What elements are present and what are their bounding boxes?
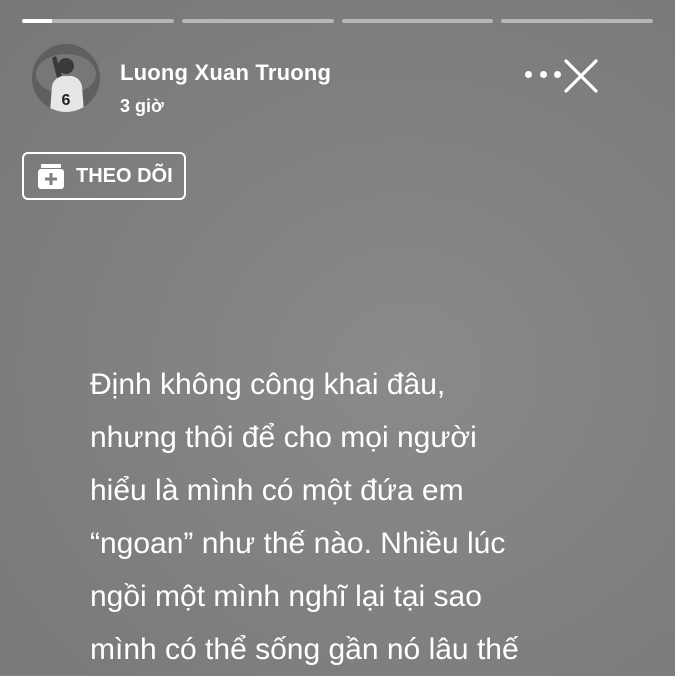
more-options-button[interactable]	[525, 62, 561, 86]
author-name[interactable]: Luong Xuan Truong	[120, 60, 331, 86]
story-text-line: ngồi một mình nghĩ lại tại sao	[90, 580, 482, 613]
avatar[interactable]: 6	[32, 44, 100, 112]
story-text-line: hiểu là mình có một đứa em	[90, 474, 464, 507]
story-text-line: “ngoan” như thế nào. Nhiều lúc	[90, 527, 506, 560]
story-text-line: mình có thể sống gần nó lâu thế	[90, 633, 519, 666]
progress-segment-2	[181, 19, 334, 23]
more-horizontal-icon	[525, 70, 532, 78]
avatar-photo-icon: 6	[32, 44, 100, 112]
follow-button[interactable]: THEO DÕI	[22, 152, 186, 200]
add-follow-icon	[38, 164, 64, 189]
follow-button-label: THEO DÕI	[76, 164, 173, 187]
progress-segment-3	[341, 19, 494, 23]
close-icon	[564, 59, 598, 93]
svg-text:6: 6	[62, 92, 71, 109]
close-button[interactable]	[561, 56, 601, 96]
story-text: Định không công khai đâu, nhưng thôi để …	[90, 358, 650, 676]
story-progress-bar	[22, 19, 653, 23]
story-viewer: 6 Luong Xuan Truong 3 giờ THEO DÕI Định …	[0, 0, 675, 675]
story-header: 6 Luong Xuan Truong 3 giờ	[32, 44, 653, 116]
progress-segment-1	[22, 19, 174, 23]
progress-segment-4	[501, 19, 653, 23]
post-time: 3 giờ	[120, 96, 164, 116]
story-text-line: nhưng thôi để cho mọi người	[90, 421, 477, 454]
story-text-line: Định không công khai đâu,	[90, 368, 446, 401]
